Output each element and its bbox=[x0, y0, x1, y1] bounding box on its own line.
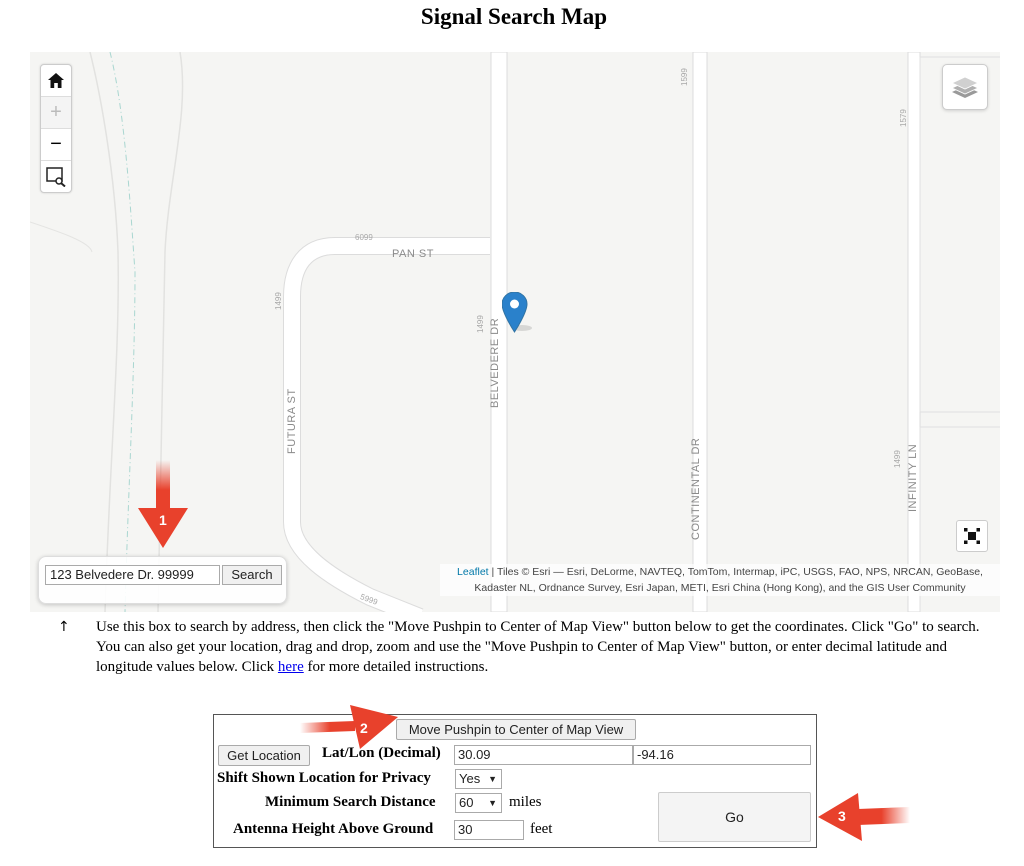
home-button[interactable] bbox=[41, 65, 71, 97]
callout-arrow-1: 1 bbox=[138, 460, 188, 553]
get-location-button[interactable]: Get Location bbox=[218, 745, 310, 766]
arrow-up-icon: ↑ bbox=[58, 619, 70, 635]
road-number: 1499 bbox=[893, 450, 902, 468]
road-number: 1499 bbox=[476, 315, 485, 333]
leaflet-link[interactable]: Leaflet bbox=[457, 566, 489, 578]
zoom-control: + − bbox=[40, 64, 72, 193]
arrow-down-icon bbox=[138, 460, 188, 548]
privacy-label: Shift Shown Location for Privacy bbox=[217, 770, 431, 786]
instructions-text: You can also get your location, drag and… bbox=[96, 639, 948, 675]
map-pin-icon bbox=[501, 291, 532, 333]
river-bank-left bbox=[89, 52, 120, 612]
road-number: 1599 bbox=[680, 68, 689, 86]
callout-arrow-3: 3 bbox=[818, 793, 910, 848]
privacy-select[interactable]: Yes ▼ bbox=[455, 769, 502, 789]
instructions-line-1: Use this box to search by address, then … bbox=[96, 619, 980, 635]
layers-button[interactable] bbox=[942, 64, 988, 110]
dropdown-caret-icon: ▼ bbox=[488, 774, 497, 784]
antenna-height-input[interactable]: 30 bbox=[454, 820, 524, 840]
instructions-line-2: You can also get your location, drag and… bbox=[96, 637, 998, 677]
antenna-label: Antenna Height Above Ground bbox=[233, 821, 434, 837]
privacy-value: Yes bbox=[459, 771, 481, 786]
callout-number-2: 2 bbox=[360, 720, 368, 736]
page-title: Signal Search Map bbox=[420, 4, 608, 29]
callout-number-3: 3 bbox=[838, 808, 846, 824]
address-search-panel: 123 Belvedere Dr. 99999 Search bbox=[38, 556, 287, 604]
distance-select[interactable]: 60 ▼ bbox=[455, 793, 502, 813]
distance-label: Minimum Search Distance bbox=[265, 794, 436, 810]
map-attribution: Leaflet | Tiles © Esri — Esri, DeLorme, … bbox=[440, 564, 1000, 596]
road-label-belvedere-dr: BELVEDERE DR bbox=[489, 317, 501, 408]
road-infinity bbox=[907, 52, 921, 612]
road-label-pan-st: PAN ST bbox=[392, 248, 434, 260]
instructions-here-link[interactable]: here bbox=[278, 659, 304, 675]
go-button[interactable]: Go bbox=[658, 792, 811, 842]
instructions-block: ↑ Use this box to search by address, the… bbox=[58, 617, 998, 677]
instructions-text: for more detailed instructions. bbox=[303, 659, 489, 675]
callout-arrow-2: 2 bbox=[300, 703, 400, 756]
boundary-line bbox=[109, 52, 136, 612]
layers-icon bbox=[951, 76, 979, 98]
road-number: 1499 bbox=[274, 292, 283, 310]
longitude-input[interactable]: -94.16 bbox=[633, 745, 811, 765]
move-pushpin-button[interactable]: Move Pushpin to Center of Map View bbox=[396, 719, 636, 740]
map-marker[interactable] bbox=[501, 291, 536, 339]
arrow-right-icon bbox=[300, 705, 398, 749]
latitude-input[interactable]: 30.09 bbox=[454, 745, 633, 765]
road-label-continental-dr: CONTINENTAL DR bbox=[690, 437, 702, 540]
zoom-out-button[interactable]: − bbox=[41, 129, 71, 161]
road-label-futura-st: FUTURA ST bbox=[286, 388, 298, 454]
box-zoom-button[interactable] bbox=[41, 161, 71, 192]
address-search-button[interactable]: Search bbox=[222, 565, 282, 585]
box-zoom-icon bbox=[46, 166, 66, 187]
distance-unit: miles bbox=[509, 794, 542, 810]
fullscreen-button[interactable] bbox=[956, 520, 988, 552]
dropdown-caret-icon: ▼ bbox=[488, 798, 497, 808]
distance-value: 60 bbox=[459, 795, 474, 810]
antenna-unit: feet bbox=[530, 821, 553, 837]
callout-number-1: 1 bbox=[159, 512, 167, 528]
address-search-input[interactable]: 123 Belvedere Dr. 99999 bbox=[45, 565, 220, 585]
road-label-infinity-ln: INFINITY LN bbox=[907, 443, 919, 512]
home-icon bbox=[48, 73, 64, 88]
arrow-left-icon bbox=[818, 793, 910, 841]
road-number: 6099 bbox=[355, 233, 373, 242]
fullscreen-icon bbox=[964, 528, 980, 544]
zoom-in-button[interactable]: + bbox=[41, 97, 71, 129]
road-number: 1579 bbox=[899, 109, 908, 127]
attribution-text: | Tiles © Esri — Esri, DeLorme, NAVTEQ, … bbox=[474, 566, 983, 594]
